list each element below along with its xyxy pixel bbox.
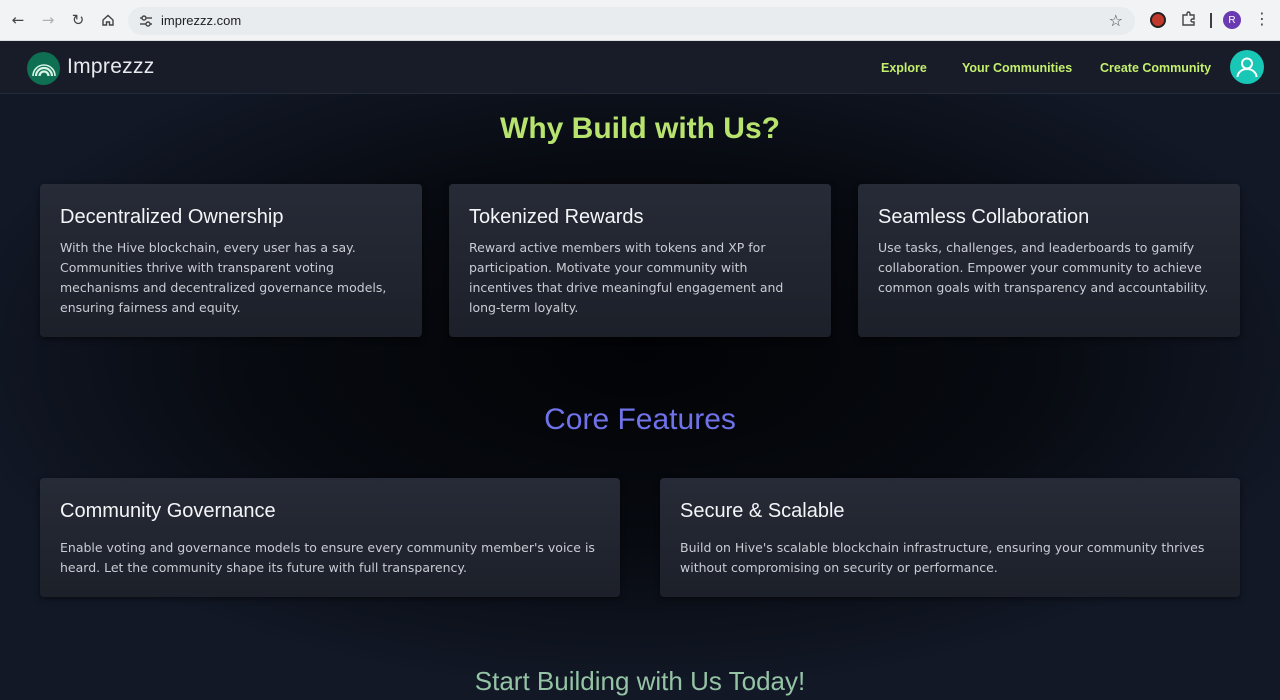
- url-text: imprezzz.com: [161, 13, 242, 28]
- card-body: With the Hive blockchain, every user has…: [60, 240, 387, 315]
- card-title: Community Governance: [60, 500, 276, 522]
- nav-create-community[interactable]: Create Community: [1100, 61, 1211, 75]
- nav-explore[interactable]: Explore: [881, 61, 927, 75]
- menu-icon[interactable]: ⋮: [1254, 10, 1270, 30]
- core-section-title: Core Features: [544, 403, 736, 436]
- card-title: Seamless Collaboration: [878, 206, 1090, 228]
- extension-icon[interactable]: [1150, 12, 1166, 28]
- card-title: Tokenized Rewards: [469, 206, 644, 228]
- card-title: Secure & Scalable: [680, 500, 845, 522]
- why-card-tokenized-rewards: Tokenized Rewards Reward active members …: [449, 184, 831, 337]
- puzzle-icon[interactable]: [1180, 10, 1198, 28]
- site-settings-icon[interactable]: [138, 13, 154, 29]
- cta-title: Start Building with Us Today!: [474, 666, 806, 696]
- back-icon[interactable]: ←: [6, 8, 30, 32]
- forward-icon[interactable]: →: [36, 8, 60, 32]
- card-body: Enable voting and governance models to e…: [60, 540, 595, 575]
- core-card-secure-scalable: Secure & Scalable Build on Hive's scalab…: [660, 478, 1240, 597]
- brand-name[interactable]: Imprezzz: [67, 55, 155, 79]
- nav-your-communities[interactable]: Your Communities: [962, 61, 1072, 75]
- card-title: Decentralized Ownership: [60, 206, 284, 228]
- profile-avatar[interactable]: R: [1223, 11, 1241, 29]
- toolbar-divider: [1210, 13, 1212, 28]
- why-section-title: Why Build with Us?: [500, 112, 780, 145]
- card-body: Build on Hive's scalable blockchain infr…: [680, 540, 1205, 575]
- home-icon[interactable]: [96, 8, 120, 32]
- address-bar[interactable]: imprezzz.com ☆: [128, 7, 1135, 35]
- star-icon[interactable]: ☆: [1109, 11, 1123, 30]
- page-content: Why Build with Us? Decentralized Ownersh…: [0, 94, 1280, 700]
- logo-icon[interactable]: [27, 52, 60, 85]
- card-body: Use tasks, challenges, and leaderboards …: [878, 240, 1209, 295]
- why-card-seamless-collaboration: Seamless Collaboration Use tasks, challe…: [858, 184, 1240, 337]
- reload-icon[interactable]: ↻: [66, 8, 90, 32]
- user-avatar[interactable]: [1230, 50, 1264, 84]
- why-card-decentralized-ownership: Decentralized Ownership With the Hive bl…: [40, 184, 422, 337]
- card-body: Reward active members with tokens and XP…: [469, 240, 784, 315]
- browser-toolbar: ← → ↻ imprezzz.com ☆ R ⋮: [0, 0, 1280, 41]
- app-header: Imprezzz Explore Your Communities Create…: [0, 41, 1280, 94]
- user-icon: [1236, 57, 1258, 78]
- core-card-community-governance: Community Governance Enable voting and g…: [40, 478, 620, 597]
